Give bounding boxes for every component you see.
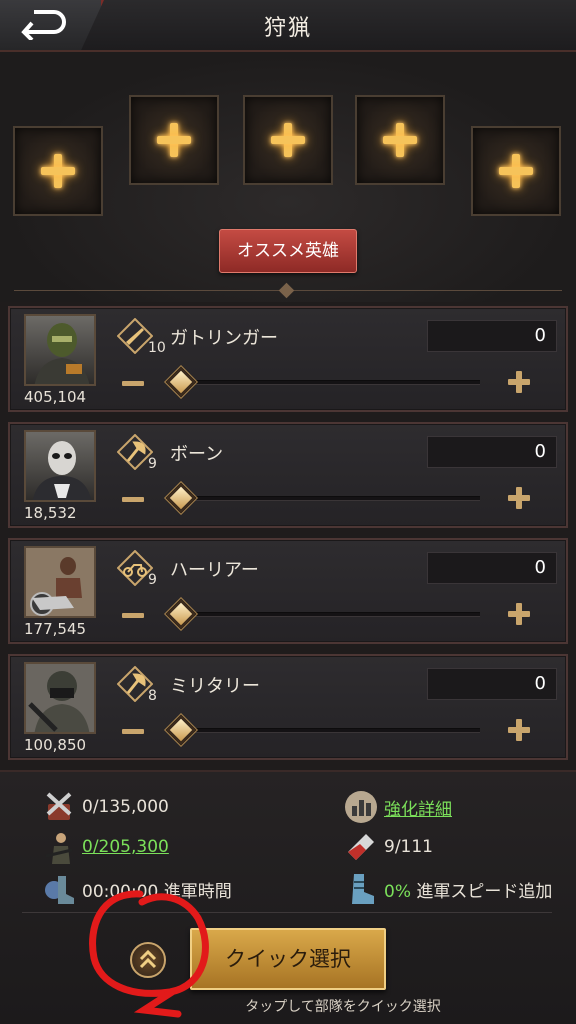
march-time-value: 00:00:00 進軍時間 bbox=[82, 881, 232, 902]
bar-chart-icon bbox=[345, 791, 377, 823]
add-icon bbox=[41, 154, 75, 188]
divider bbox=[22, 912, 552, 913]
add-icon bbox=[271, 123, 305, 157]
unit-count-input[interactable]: 0 bbox=[427, 320, 557, 352]
unit-power: 18,532 bbox=[24, 504, 77, 522]
increase-button[interactable] bbox=[508, 603, 530, 625]
unit-power: 405,104 bbox=[24, 388, 87, 406]
add-icon bbox=[383, 123, 417, 157]
unit-row: 405,104 10 ガトリンガー 0 bbox=[8, 306, 568, 412]
hero-slot-5[interactable] bbox=[471, 126, 561, 216]
crossed-weapons-icon bbox=[46, 792, 72, 820]
hero-slot-1[interactable] bbox=[13, 126, 103, 216]
unit-portrait bbox=[24, 430, 96, 502]
unit-count-input[interactable]: 0 bbox=[427, 552, 557, 584]
speed-bonus-stat: 0% 進軍スピード追加 bbox=[344, 872, 552, 906]
march-time-stat: 00:00:00 進軍時間 bbox=[42, 872, 232, 906]
unit-portrait bbox=[24, 662, 96, 734]
boost-detail-link[interactable]: 強化詳細 bbox=[384, 795, 452, 820]
soldier-icon bbox=[45, 833, 73, 864]
speed-bonus-label: 進軍スピード追加 bbox=[410, 881, 553, 902]
unit-row: 18,532 9 ボーン 0 bbox=[8, 422, 568, 528]
unit-name: ハーリアー bbox=[170, 560, 259, 581]
increase-button[interactable] bbox=[508, 371, 530, 393]
unit-level: 9 bbox=[148, 456, 157, 472]
unit-slider-knob[interactable] bbox=[165, 714, 197, 746]
unit-power: 177,545 bbox=[24, 620, 87, 638]
unit-slider-track[interactable] bbox=[172, 380, 480, 385]
boot-clock-icon bbox=[45, 876, 74, 904]
unit-row: 177,545 9 ハーリアー 0 bbox=[8, 538, 568, 644]
unit-count-input[interactable]: 0 bbox=[427, 668, 557, 700]
unit-name: ミリタリー bbox=[170, 676, 260, 697]
troops-stat: 0/205,300 bbox=[42, 830, 169, 864]
load-stat: 0/135,000 bbox=[42, 790, 169, 824]
page-title: 狩猟 bbox=[263, 16, 312, 41]
unit-level: 8 bbox=[148, 688, 157, 704]
increase-button[interactable] bbox=[508, 487, 530, 509]
boot-icon bbox=[352, 874, 374, 904]
stamina-stat: 9/111 bbox=[344, 830, 433, 864]
chevron-up-icon bbox=[139, 949, 157, 969]
speed-bonus-percent: 0% bbox=[384, 881, 411, 902]
unit-slider-knob[interactable] bbox=[165, 598, 197, 630]
recommend-heroes-button[interactable]: オススメ英雄 bbox=[219, 229, 357, 273]
unit-slider-track[interactable] bbox=[172, 728, 480, 733]
top-bar: 狩猟 bbox=[0, 0, 576, 52]
decrease-button[interactable] bbox=[122, 720, 144, 742]
decrease-button[interactable] bbox=[122, 488, 144, 510]
unit-power: 100,850 bbox=[24, 736, 87, 754]
hero-slot-3[interactable] bbox=[243, 95, 333, 185]
add-icon bbox=[499, 154, 533, 188]
load-value: 0/135,000 bbox=[82, 797, 169, 817]
unit-slider-track[interactable] bbox=[172, 612, 480, 617]
expand-button[interactable] bbox=[130, 942, 166, 978]
boost-detail-stat: 強化詳細 bbox=[344, 790, 452, 824]
hero-slot-2[interactable] bbox=[129, 95, 219, 185]
unit-level: 10 bbox=[148, 340, 166, 356]
unit-slider-knob[interactable] bbox=[165, 482, 197, 514]
unit-name: ガトリンガー bbox=[170, 328, 278, 349]
syringe-icon bbox=[348, 834, 374, 860]
unit-slider-track[interactable] bbox=[172, 496, 480, 501]
unit-row: 100,850 8 ミリタリー 0 bbox=[8, 654, 568, 760]
quick-select-hint: タップして部隊をクイック選択 bbox=[245, 999, 441, 1015]
unit-level: 9 bbox=[148, 572, 157, 588]
unit-portrait bbox=[24, 314, 96, 386]
hero-slot-4[interactable] bbox=[355, 95, 445, 185]
unit-portrait bbox=[24, 546, 96, 618]
unit-name: ボーン bbox=[170, 444, 224, 465]
decrease-button[interactable] bbox=[122, 604, 144, 626]
unit-count-input[interactable]: 0 bbox=[427, 436, 557, 468]
decrease-button[interactable] bbox=[122, 372, 144, 394]
stamina-value: 9/111 bbox=[384, 837, 433, 857]
troops-value[interactable]: 0/205,300 bbox=[82, 837, 169, 857]
quick-select-button[interactable]: クイック選択 bbox=[190, 928, 386, 990]
add-icon bbox=[157, 123, 191, 157]
unit-slider-knob[interactable] bbox=[165, 366, 197, 398]
increase-button[interactable] bbox=[508, 719, 530, 741]
